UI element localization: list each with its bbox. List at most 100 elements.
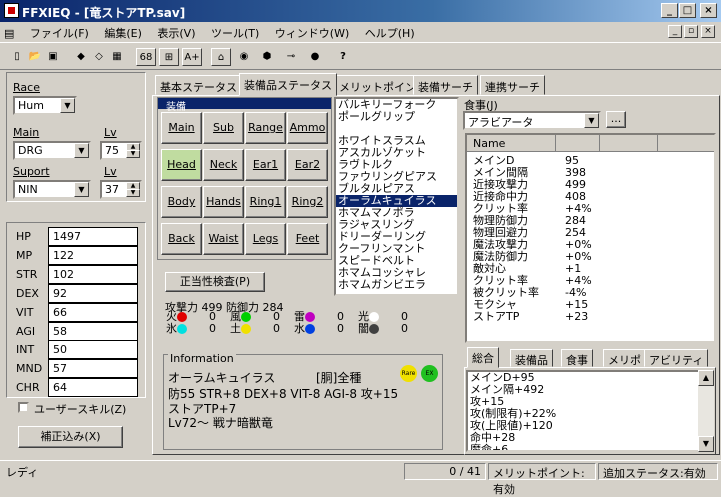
race-value: Hum — [18, 99, 44, 112]
equip-slot-head[interactable]: Head — [161, 149, 202, 181]
food-select[interactable]: アラビアータ ▼ — [463, 111, 601, 130]
subtab-4[interactable]: アビリティ — [644, 349, 709, 367]
equip-slot-main[interactable]: Main — [161, 112, 202, 144]
stat-label: DEX — [16, 286, 39, 300]
equip-slot-hands[interactable]: Hands — [203, 186, 244, 218]
equip-slot-ear2[interactable]: Ear2 — [287, 149, 328, 181]
tool-a-icon[interactable]: ◆ — [72, 48, 90, 66]
tab-equip-search[interactable]: 装備サーチ — [413, 75, 478, 95]
tab-chain-search[interactable]: 連携サーチ — [480, 75, 545, 95]
stat-row: VIT 66 — [12, 302, 138, 323]
menu-view[interactable]: 表示(V) — [151, 22, 201, 44]
tool-c-icon[interactable]: ▦ — [108, 48, 126, 66]
element-dot-icon — [369, 312, 379, 322]
subtab-2[interactable]: 食事 — [561, 349, 593, 367]
element-value: 0 — [337, 322, 344, 335]
mdi-restore-icon[interactable]: ▫ — [684, 25, 698, 38]
tool-key-icon[interactable]: ⊸ — [280, 48, 302, 66]
sub-lv-stepper[interactable]: 37 ▲ ▼ — [100, 180, 142, 199]
tab-equip-status[interactable]: 装備品ステータス — [239, 73, 337, 96]
element-label: 闇 — [358, 322, 369, 335]
mdi-minimize-icon[interactable]: _ — [668, 25, 682, 38]
subtab-0[interactable]: 総合 — [467, 347, 499, 368]
race-select[interactable]: Hum ▼ — [13, 96, 77, 115]
menu-edit[interactable]: 編集(E) — [98, 22, 148, 44]
tool-hex-icon[interactable]: ⬢ — [257, 48, 277, 66]
tool-b-icon[interactable]: ◇ — [90, 48, 108, 66]
stat-value: 57 — [48, 359, 138, 379]
equip-slot-body[interactable]: Body — [161, 186, 202, 218]
sub-label: Suport — [13, 165, 50, 178]
close-button[interactable]: × — [700, 3, 717, 18]
equip-slot-sub[interactable]: Sub — [203, 112, 244, 144]
element-resist: 土0 — [230, 323, 280, 335]
chevron-down-icon[interactable]: ▼ — [74, 143, 89, 158]
equip-slot-ear1[interactable]: Ear1 — [245, 149, 286, 181]
element-value: 0 — [209, 322, 216, 335]
spin-down-icon[interactable]: ▼ — [126, 150, 140, 158]
equipment-list-item[interactable]: ホマムガンビエラ — [336, 279, 457, 291]
main-job-select[interactable]: DRG ▼ — [13, 141, 91, 160]
equipment-list-item[interactable]: ポールグリップ — [336, 111, 457, 123]
menu-help[interactable]: ヘルプ(H) — [359, 22, 421, 44]
equip-slot-range[interactable]: Range — [245, 112, 286, 144]
subtab-1[interactable]: 装備品 — [510, 349, 553, 367]
menu-window[interactable]: ウィンドウ(W) — [269, 22, 355, 44]
stat-label: STR — [16, 267, 38, 281]
food-browse-button[interactable]: ... — [606, 111, 626, 128]
tool-68-button[interactable]: 68 — [136, 48, 156, 66]
equip-slot-ring2[interactable]: Ring2 — [287, 186, 328, 218]
chevron-down-icon[interactable]: ▼ — [74, 182, 89, 197]
open-folder-icon[interactable]: 📂 — [26, 48, 44, 66]
sub-job-select[interactable]: NIN ▼ — [13, 180, 91, 199]
main-lv-value: 75 — [105, 144, 119, 157]
stat-label: VIT — [16, 305, 34, 319]
summary-scrollbar[interactable]: ▲ ▼ — [698, 370, 714, 452]
tool-globe-icon[interactable]: ◉ — [234, 48, 254, 66]
tool-grid-icon[interactable]: ⊞ — [159, 48, 179, 66]
grid-header-name: Name — [473, 137, 506, 150]
help-icon[interactable]: ? — [334, 48, 352, 66]
chevron-down-icon[interactable]: ▼ — [584, 113, 599, 128]
maximize-button[interactable]: □ — [679, 3, 696, 18]
mdi-close-icon[interactable]: × — [701, 25, 715, 38]
element-dot-icon — [177, 312, 187, 322]
correct-button[interactable]: 補正込み(X) — [18, 426, 123, 448]
scroll-up-icon[interactable]: ▲ — [698, 370, 714, 386]
new-file-icon[interactable]: ▯ — [8, 48, 26, 66]
tab-basic-status[interactable]: 基本ステータス — [155, 75, 242, 95]
spin-down-icon[interactable]: ▼ — [126, 189, 140, 197]
element-value: 0 — [401, 322, 408, 335]
equip-slot-waist[interactable]: Waist — [203, 223, 244, 255]
grid-row[interactable]: ストアTP +23 — [467, 311, 714, 323]
user-skill-checkbox[interactable] — [18, 402, 29, 413]
element-label: 土 — [230, 322, 241, 335]
menu-doc-icon[interactable]: ▤ — [0, 24, 20, 43]
minimize-button[interactable]: _ — [661, 3, 678, 18]
summary-list[interactable]: メインD+95 メイン隔+492 攻+15 攻(制限有)+22% 攻(上限値)+120 命… — [466, 370, 698, 452]
validity-check-button[interactable]: 正当性検査(P) — [165, 272, 265, 292]
equip-slot-ammo[interactable]: Ammo — [287, 112, 328, 144]
stat-label: AGI — [16, 324, 36, 338]
scroll-down-icon[interactable]: ▼ — [698, 436, 714, 452]
app-icon[interactable] — [4, 3, 19, 18]
equip-slot-feet[interactable]: Feet — [287, 223, 328, 255]
save-icon[interactable]: ▣ — [44, 48, 62, 66]
tool-food-icon[interactable]: ● — [305, 48, 325, 66]
tool-house-icon[interactable]: ⌂ — [211, 48, 231, 66]
ex-icon: EX — [421, 365, 438, 382]
menu-file[interactable]: ファイル(F) — [24, 22, 95, 44]
subtab-3[interactable]: メリポ — [603, 349, 646, 367]
equip-slot-back[interactable]: Back — [161, 223, 202, 255]
main-lv-stepper[interactable]: 75 ▲ ▼ — [100, 141, 142, 160]
tool-aplus-button[interactable]: A+ — [182, 48, 202, 66]
menu-tools[interactable]: ツール(T) — [205, 22, 265, 44]
food-value: アラビアータ — [468, 116, 534, 129]
equip-slot-legs[interactable]: Legs — [245, 223, 286, 255]
equip-slot-neck[interactable]: Neck — [203, 149, 244, 181]
info-item-name: オーラムキュイラス — [168, 371, 276, 385]
chevron-down-icon[interactable]: ▼ — [60, 98, 75, 113]
equipment-list[interactable]: バルキリーフォーク ポールグリップ ホワイトスラスム アスカルゾケット ラヴトルク ファウ… — [334, 97, 459, 296]
status-grid[interactable]: Name メインD 95 メイン間隔 398 近接攻撃力 499 近接命中力 408 クリット率… — [465, 133, 716, 343]
equip-slot-ring1[interactable]: Ring1 — [245, 186, 286, 218]
